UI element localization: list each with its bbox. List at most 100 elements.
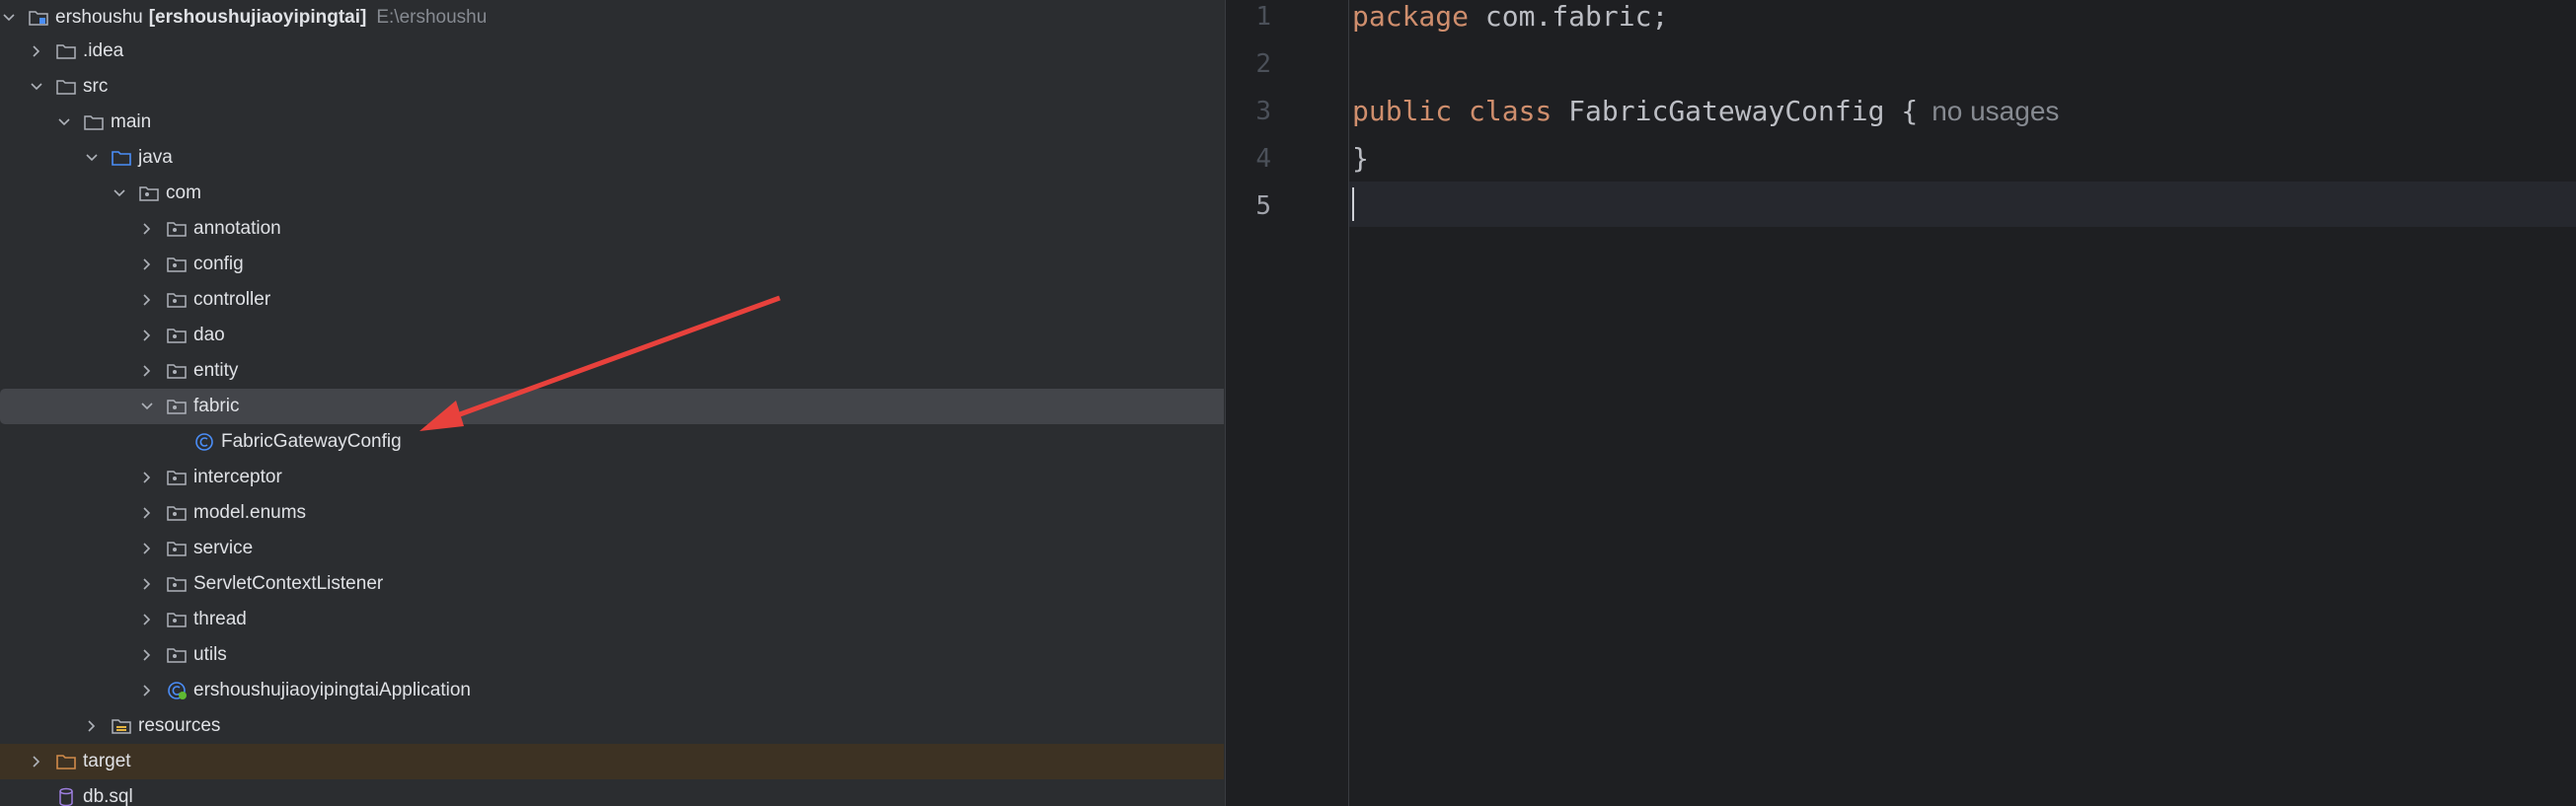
package-icon [166, 503, 188, 523]
tree-item-label: dao [193, 325, 225, 345]
tree-item-model-enums[interactable]: model.enums [0, 495, 1224, 531]
chevron-right-icon[interactable] [138, 540, 156, 557]
tree-item-label: annotation [193, 218, 281, 239]
tree-item-label: resources [138, 715, 221, 736]
tree-item-label: config [193, 254, 244, 274]
tree-item-label: ershoushujiaoyipingtaiApplication [193, 680, 471, 700]
tree-item-fabricgatewayconfig[interactable]: FabricGatewayConfig [0, 424, 1224, 460]
module-folder-icon [28, 8, 49, 28]
chevron-right-icon[interactable] [28, 753, 45, 770]
resources-folder-icon [111, 716, 132, 736]
tree-item-controller[interactable]: controller [0, 282, 1224, 318]
tree-item-main[interactable]: main [0, 105, 1224, 140]
package-icon [166, 610, 188, 629]
package-icon [166, 574, 188, 594]
chevron-down-icon[interactable] [28, 78, 45, 96]
tree-item-interceptor[interactable]: interceptor [0, 460, 1224, 495]
package-name: com.fabric; [1469, 0, 1669, 33]
code-editor[interactable]: 1 2 3 4 5 package com.fabric; public cla… [1225, 0, 2576, 806]
java-class-icon [193, 432, 215, 452]
tree-item-label: controller [193, 289, 271, 310]
tree-item-label: .idea [83, 40, 124, 61]
chevron-right-icon[interactable] [138, 327, 156, 344]
chevron-right-icon[interactable] [138, 504, 156, 522]
tree-item-java[interactable]: java [0, 140, 1224, 176]
line-number: 4 [1255, 144, 1271, 174]
tree-item-label: com [166, 183, 201, 203]
chevron-right-icon[interactable] [83, 717, 101, 735]
source-root-folder-icon [111, 148, 132, 168]
tree-item-label: interceptor [193, 467, 282, 487]
tree-item-label: main [111, 111, 152, 132]
line-number: 3 [1255, 97, 1271, 126]
package-icon [166, 645, 188, 665]
tree-item-label: utils [193, 644, 227, 665]
tree-item-utils[interactable]: utils [0, 637, 1224, 673]
tree-item-thread[interactable]: thread [0, 602, 1224, 637]
chevron-down-icon[interactable] [0, 9, 18, 27]
chevron-right-icon[interactable] [138, 646, 156, 664]
line-number-current: 5 [1255, 191, 1271, 221]
tree-item-resources[interactable]: resources [0, 708, 1224, 744]
tree-item-application[interactable]: ershoushujiaoyipingtaiApplication [0, 673, 1224, 708]
spring-boot-class-icon [166, 681, 188, 700]
chevron-right-icon[interactable] [138, 682, 156, 699]
tree-item-config[interactable]: config [0, 247, 1224, 282]
tree-item-label: thread [193, 609, 247, 629]
chevron-right-icon[interactable] [138, 469, 156, 486]
package-icon [166, 219, 188, 239]
chevron-down-icon[interactable] [55, 113, 73, 131]
tree-item-fabric[interactable]: fabric [0, 389, 1224, 424]
tree-item-label: src [83, 76, 109, 97]
chevron-right-icon[interactable] [28, 42, 45, 60]
chevron-down-icon[interactable] [138, 398, 156, 415]
usages-hint[interactable]: no usages [1932, 96, 2059, 126]
package-icon [166, 290, 188, 310]
keyword: class [1469, 95, 1553, 127]
package-icon [166, 397, 188, 416]
database-file-icon [55, 787, 77, 806]
chevron-down-icon[interactable] [83, 149, 101, 167]
project-tree-panel: ershoushu [ershoushujiaoyipingtai] E:\er… [0, 0, 1224, 806]
tree-item-annotation[interactable]: annotation [0, 211, 1224, 247]
package-icon [166, 468, 188, 487]
code-line-1: package com.fabric; [1352, 0, 1668, 33]
chevron-right-icon[interactable] [138, 220, 156, 238]
line-number: 2 [1255, 49, 1271, 79]
tree-item-com[interactable]: com [0, 176, 1224, 211]
chevron-right-icon[interactable] [138, 575, 156, 593]
tree-item-label: fabric [193, 396, 240, 416]
tree-item-root[interactable]: ershoushu [ershoushujiaoyipingtai] E:\er… [0, 0, 1224, 36]
keyword: public [1352, 95, 1453, 127]
chevron-right-icon[interactable] [138, 611, 156, 628]
tree-item-label: service [193, 538, 254, 558]
code-line-4: } [1352, 142, 1369, 175]
folder-icon [83, 112, 105, 132]
tree-item-service[interactable]: service [0, 531, 1224, 566]
tree-item-target[interactable]: target [0, 744, 1224, 779]
tree-item-label: model.enums [193, 502, 307, 523]
tree-item-dao[interactable]: dao [0, 318, 1224, 353]
chevron-down-icon[interactable] [111, 184, 128, 202]
tree-item-label: ServletContextListener [193, 573, 384, 594]
folder-icon [55, 41, 77, 61]
root-name: ershoushu [55, 7, 143, 28]
tree-item-label: entity [193, 360, 239, 381]
folder-icon [55, 77, 77, 97]
root-module: [ershoushujiaoyipingtai] [148, 7, 367, 28]
tree-item-idea[interactable]: .idea [0, 34, 1224, 69]
line-number: 1 [1255, 2, 1271, 32]
package-icon [166, 539, 188, 558]
tree-item-label: java [138, 147, 173, 168]
open-brace: { [1901, 95, 1919, 127]
text-caret [1352, 187, 1354, 221]
chevron-right-icon[interactable] [138, 362, 156, 380]
tree-item-src[interactable]: src [0, 69, 1224, 105]
current-line-highlight [1226, 182, 2576, 227]
chevron-right-icon[interactable] [138, 291, 156, 309]
chevron-right-icon[interactable] [138, 256, 156, 273]
class-name: FabricGatewayConfig [1568, 95, 1885, 127]
tree-item-entity[interactable]: entity [0, 353, 1224, 389]
tree-item-servletcontextlistener[interactable]: ServletContextListener [0, 566, 1224, 602]
tree-item-db-sql[interactable]: db.sql [0, 779, 1224, 806]
